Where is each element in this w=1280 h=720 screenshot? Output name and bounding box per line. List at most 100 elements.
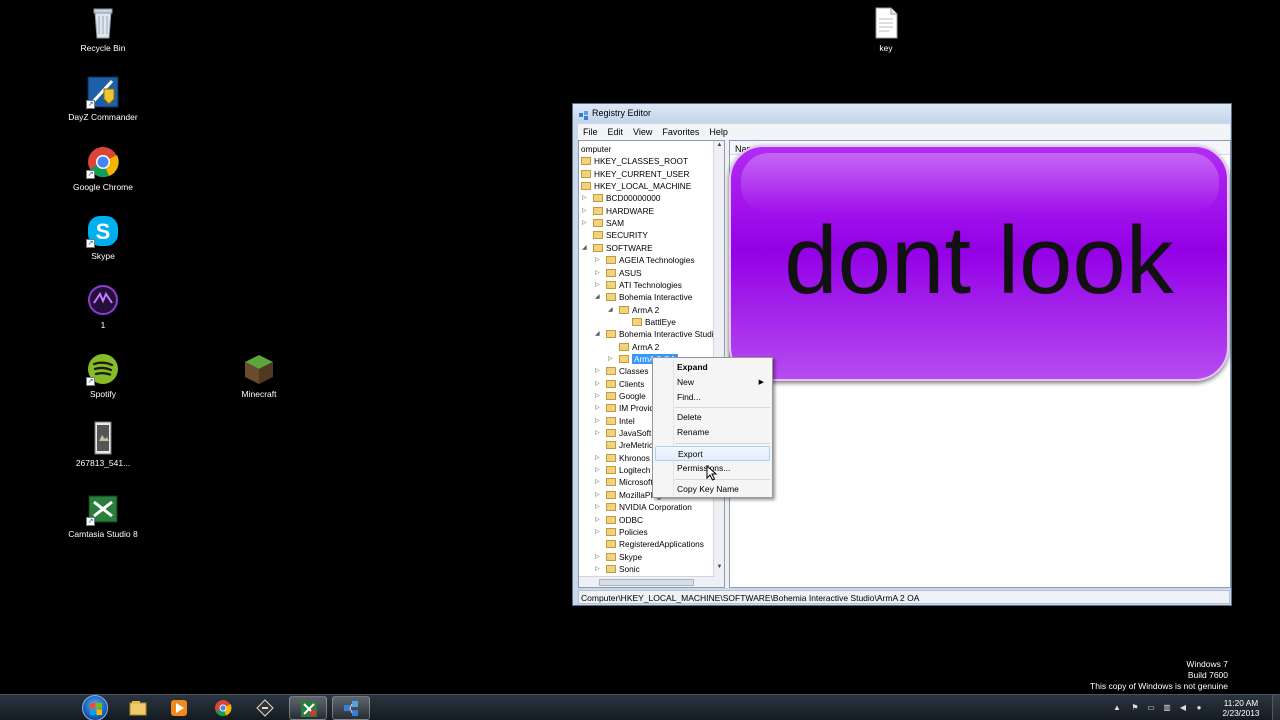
menu-file[interactable]: File xyxy=(578,124,603,137)
tree-item[interactable]: JreMetrics xyxy=(606,439,657,451)
tree-item[interactable]: ▷ NVIDIA Corporation xyxy=(595,501,692,513)
display-icon[interactable]: ▭ xyxy=(1146,703,1156,713)
expand-arrow-icon[interactable]: ▷ xyxy=(595,551,600,563)
collapse-arrow-icon[interactable]: ◢ xyxy=(608,304,613,316)
clock[interactable]: 11:20 AM 2/23/2013 xyxy=(1216,698,1266,718)
tree-item[interactable]: ◢ ArmA 2 xyxy=(608,304,659,316)
desktop-icon-camtasia[interactable]: ↗ Camtasia Studio 8 xyxy=(68,492,138,539)
desktop-icon-dayz-commander[interactable]: ↗ DayZ Commander xyxy=(68,75,138,122)
tree-item[interactable]: ▷ Sonic xyxy=(595,563,640,575)
desktop-icon-recycle-bin[interactable]: Recycle Bin xyxy=(68,6,138,53)
expand-arrow-icon[interactable]: ▷ xyxy=(595,254,600,266)
tree-item[interactable]: ◢ Bohemia Interactive xyxy=(595,291,692,303)
collapse-arrow-icon[interactable]: ◢ xyxy=(582,242,587,254)
taskbar-explorer[interactable] xyxy=(119,696,157,720)
expand-arrow-icon[interactable]: ▷ xyxy=(582,205,587,217)
tree-item[interactable]: ▷ Google xyxy=(595,390,646,402)
desktop-icon-1[interactable]: 1 xyxy=(68,283,138,330)
show-desktop-button[interactable] xyxy=(1272,695,1280,720)
menu-item-rename[interactable]: Rename xyxy=(655,425,770,440)
menu-item-delete[interactable]: Delete xyxy=(655,410,770,425)
volume-icon[interactable]: ◀ xyxy=(1178,703,1188,713)
expand-arrow-icon[interactable]: ▷ xyxy=(595,390,600,402)
tree-item[interactable]: ▷ BCD00000000 xyxy=(582,192,660,204)
taskbar-chrome[interactable] xyxy=(204,696,242,720)
tree-item[interactable]: ▷ Clients xyxy=(595,378,644,390)
expand-arrow-icon[interactable]: ▷ xyxy=(595,378,600,390)
taskbar-app[interactable] xyxy=(246,696,284,720)
expand-arrow-icon[interactable]: ▷ xyxy=(595,489,600,501)
tree-item[interactable]: ▷ Policies xyxy=(595,526,648,538)
menu-help[interactable]: Help xyxy=(704,124,733,137)
expand-arrow-icon[interactable]: ▷ xyxy=(608,353,613,365)
taskbar-dayz-commander[interactable] xyxy=(289,696,327,720)
tree-item[interactable]: ▷ ATI Technologies xyxy=(595,279,682,291)
scroll-thumb[interactable] xyxy=(599,579,694,586)
menu-item-new[interactable]: New ▶ xyxy=(655,375,770,390)
tree-item[interactable]: ▷ HARDWARE xyxy=(582,205,654,217)
expand-arrow-icon[interactable]: ▷ xyxy=(595,526,600,538)
tree-item[interactable]: ArmA 2 xyxy=(619,341,659,353)
tree-item[interactable]: RegisteredApplications xyxy=(606,538,704,550)
menu-item-expand[interactable]: Expand xyxy=(655,360,770,375)
desktop-icon-minecraft[interactable]: Minecraft xyxy=(224,352,294,399)
menu-item-find[interactable]: Find... xyxy=(655,390,770,405)
expand-arrow-icon[interactable]: ▷ xyxy=(595,402,600,414)
tree-item[interactable]: BattlEye xyxy=(632,316,676,328)
tree-item[interactable]: ◢ SOFTWARE xyxy=(582,242,653,254)
expand-arrow-icon[interactable]: ▷ xyxy=(595,514,600,526)
expand-arrow-icon[interactable]: ▷ xyxy=(595,415,600,427)
tree-item[interactable]: ▷ IM Provide xyxy=(595,402,659,414)
expand-arrow-icon[interactable]: ▷ xyxy=(595,501,600,513)
tree-item[interactable]: ▷ Intel xyxy=(595,415,635,427)
tree-item[interactable]: ▷ ODBC xyxy=(595,514,643,526)
scroll-up-icon[interactable]: ▲ xyxy=(715,142,724,151)
taskbar-media-player[interactable] xyxy=(160,696,198,720)
tree-item[interactable]: ▷ Classes xyxy=(595,365,649,377)
expand-arrow-icon[interactable]: ▷ xyxy=(595,464,600,476)
tree-item[interactable]: ▷ Logitech xyxy=(595,464,650,476)
menu-edit[interactable]: Edit xyxy=(603,124,629,137)
tree-item[interactable]: ▷ Khronos xyxy=(595,452,650,464)
start-button[interactable] xyxy=(82,695,108,720)
app-tray-icon[interactable]: ● xyxy=(1194,703,1204,713)
show-hidden-icons-icon[interactable]: ▲ xyxy=(1112,703,1122,713)
collapse-arrow-icon[interactable]: ◢ xyxy=(595,291,600,303)
expand-arrow-icon[interactable]: ▷ xyxy=(595,427,600,439)
expand-arrow-icon[interactable]: ▷ xyxy=(595,365,600,377)
tree-item[interactable]: ▷ SAM xyxy=(582,217,624,229)
tree-item[interactable]: HKEY_CURRENT_USER xyxy=(581,168,689,180)
desktop-icon-skype[interactable]: S ↗ Skype xyxy=(68,214,138,261)
tree-item[interactable]: omputer xyxy=(581,143,611,155)
expand-arrow-icon[interactable]: ▷ xyxy=(582,192,587,204)
tree-item[interactable]: ▷ Skype xyxy=(595,551,642,563)
tree-item[interactable]: ◢ Bohemia Interactive Studio xyxy=(595,328,718,340)
tree-item[interactable]: ▷ JavaSoft xyxy=(595,427,651,439)
window-title-bar[interactable]: Registry Editor xyxy=(573,104,1231,122)
tree-horizontal-scrollbar[interactable] xyxy=(579,576,715,587)
desktop-icon-key[interactable]: key xyxy=(851,6,921,53)
expand-arrow-icon[interactable]: ▷ xyxy=(595,267,600,279)
tree-item[interactable]: HKEY_LOCAL_MACHINE xyxy=(581,180,691,192)
menu-view[interactable]: View xyxy=(628,124,657,137)
tree-item[interactable]: ▷ Microsoft xyxy=(595,476,653,488)
tree-item[interactable]: ▷ AGEIA Technologies xyxy=(595,254,695,266)
tree-item[interactable]: ▷ ASUS xyxy=(595,267,642,279)
desktop-icon-google-chrome[interactable]: ↗ Google Chrome xyxy=(68,145,138,192)
network-icon[interactable]: ▥ xyxy=(1162,703,1172,713)
scroll-down-icon[interactable]: ▼ xyxy=(715,564,724,573)
menu-favorites[interactable]: Favorites xyxy=(657,124,704,137)
desktop-icon-image-file[interactable]: 267813_541... xyxy=(68,421,138,468)
tree-item[interactable]: SECURITY xyxy=(593,229,648,241)
expand-arrow-icon[interactable]: ▷ xyxy=(595,452,600,464)
desktop-icon-spotify[interactable]: ↗ Spotify xyxy=(68,352,138,399)
collapse-arrow-icon[interactable]: ◢ xyxy=(595,328,600,340)
expand-arrow-icon[interactable]: ▷ xyxy=(582,217,587,229)
menu-item-copy-key-name[interactable]: Copy Key Name xyxy=(655,482,770,497)
taskbar-regedit[interactable] xyxy=(332,696,370,720)
action-center-flag-icon[interactable]: ⚑ xyxy=(1130,703,1140,713)
expand-arrow-icon[interactable]: ▷ xyxy=(595,476,600,488)
expand-arrow-icon[interactable]: ▷ xyxy=(595,279,600,291)
menu-item-export[interactable]: Export xyxy=(655,446,770,461)
tree-item[interactable]: HKEY_CLASSES_ROOT xyxy=(581,155,688,167)
